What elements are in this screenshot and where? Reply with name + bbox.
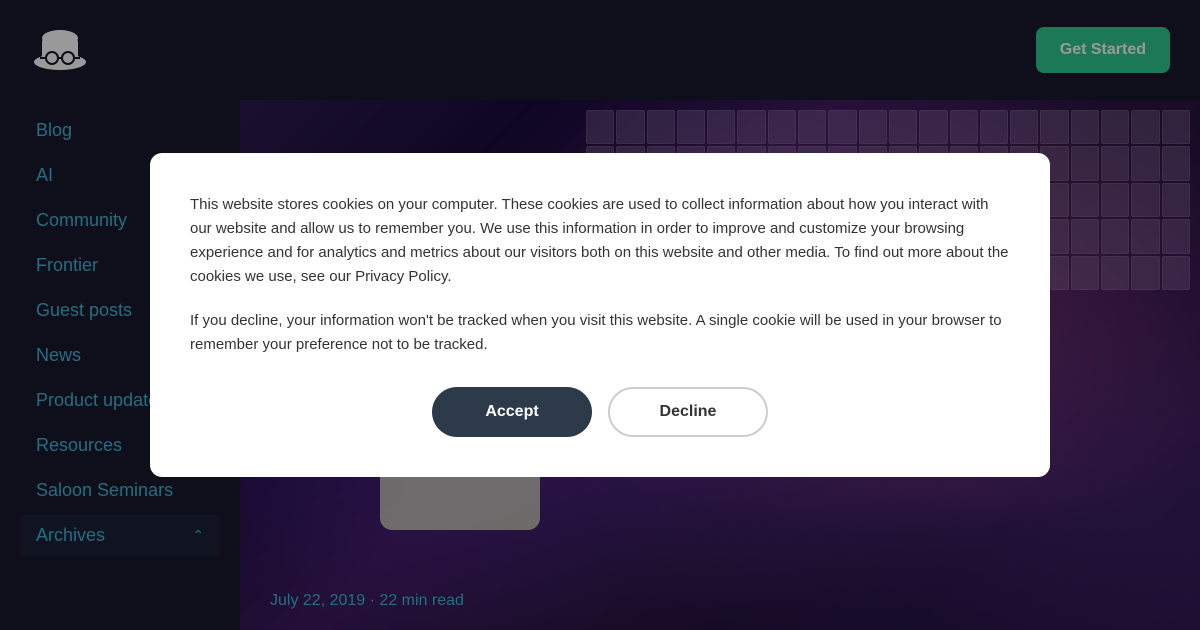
cookie-modal-text-2: If you decline, your information won't b… xyxy=(190,309,1010,357)
cookie-modal-text-1: This website stores cookies on your comp… xyxy=(190,193,1010,289)
cookie-decline-button[interactable]: Decline xyxy=(608,387,768,437)
cookie-modal: This website stores cookies on your comp… xyxy=(150,153,1050,477)
cookie-modal-overlay: This website stores cookies on your comp… xyxy=(0,0,1200,630)
cookie-modal-buttons: Accept Decline xyxy=(190,387,1010,437)
cookie-accept-button[interactable]: Accept xyxy=(432,387,592,437)
